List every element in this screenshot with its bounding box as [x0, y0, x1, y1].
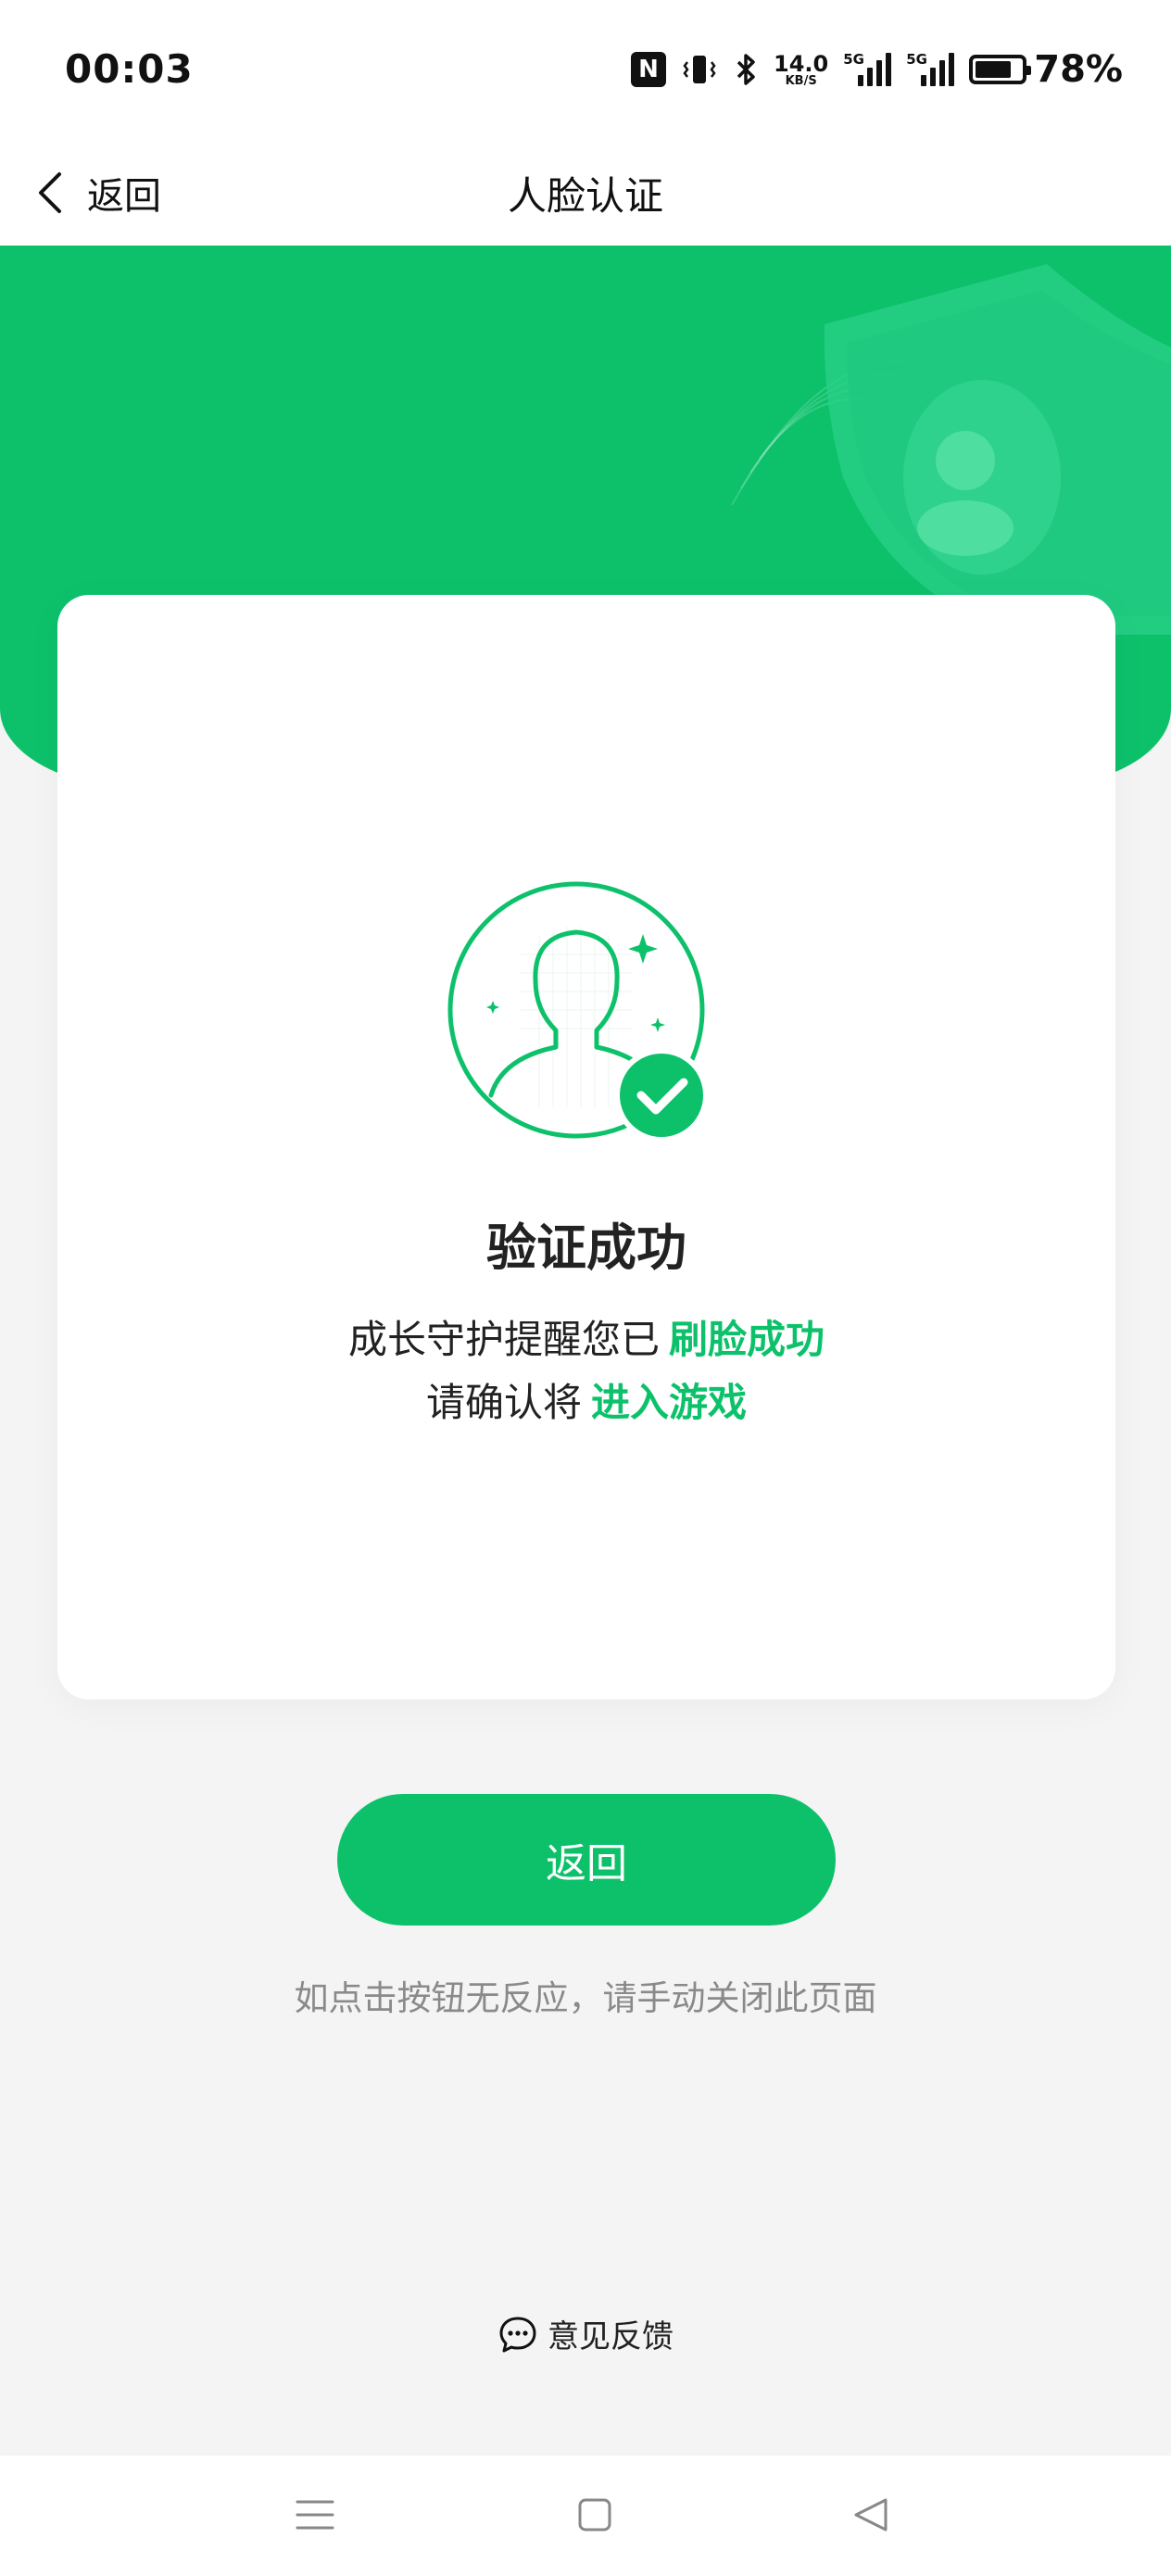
status-time: 00:03: [65, 46, 194, 92]
return-button[interactable]: 返回: [337, 1794, 836, 1926]
result-highlight-face-success: 刷脸成功: [669, 1317, 825, 1362]
network-speed-value: 14.0: [774, 50, 829, 77]
verification-result-card: 验证成功 成长守护提醒您已 刷脸成功 请确认将 进入游戏: [57, 595, 1115, 1699]
result-message-line2: 请确认将 进入游戏: [57, 1371, 1115, 1428]
no-response-hint: 如点击按钮无反应，请手动关闭此页面: [294, 1978, 877, 2018]
result-message-line1-text: 成长守护提醒您已: [347, 1317, 660, 1362]
chat-bubble-icon: [499, 2317, 536, 2352]
signal-sim1-icon: 5G: [843, 51, 892, 88]
result-highlight-enter-game: 进入游戏: [591, 1380, 748, 1425]
result-message-line1: 成长守护提醒您已 刷脸成功: [57, 1308, 1115, 1365]
feedback-link[interactable]: 意见反馈: [0, 2311, 1171, 2356]
page-title: 人脸认证: [507, 173, 663, 219]
result-title: 验证成功: [486, 1219, 686, 1277]
status-bar: 00:03 N 14.0 KB/S 5G 5G 78%: [0, 0, 1171, 139]
face-verification-page: 00:03 N 14.0 KB/S 5G 5G 78% 返回 人脸认证 验证成功…: [0, 0, 1171, 2576]
feedback-label: 意见反馈: [548, 2318, 674, 2355]
status-icons: N 14.0 KB/S 5G 5G 78%: [631, 48, 1123, 91]
battery-icon: [969, 55, 1032, 84]
battery-indicator: 78%: [969, 48, 1123, 91]
network-speed-unit: KB/S: [785, 73, 817, 88]
triangle-back-icon[interactable]: [843, 2487, 899, 2543]
battery-percent: 78%: [1034, 48, 1123, 91]
result-message-line2-text: 请确认将: [425, 1380, 582, 1425]
menu-icon[interactable]: [287, 2487, 343, 2543]
square-home-icon[interactable]: [567, 2487, 623, 2543]
signal-sim2-icon: 5G: [906, 51, 955, 88]
nfc-icon: N: [631, 52, 667, 87]
face-verified-icon: [447, 881, 709, 1143]
vibrate-icon: [681, 51, 718, 88]
top-nav-bar: 返回 人脸认证: [0, 139, 1171, 246]
system-nav-bar: [0, 2456, 1171, 2576]
shield-decoration-icon: [731, 264, 1171, 635]
network-speed: 14.0 KB/S: [774, 53, 828, 87]
bluetooth-icon: [733, 51, 759, 88]
